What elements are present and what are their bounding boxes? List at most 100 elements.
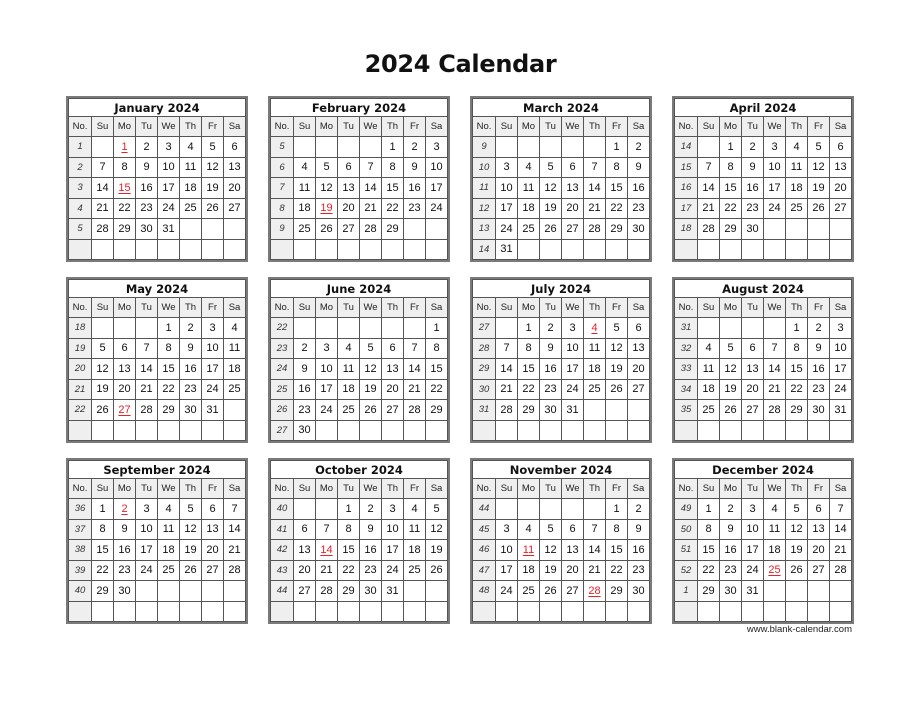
week-row: 25 16 17 18 19 20 21 22 [270, 378, 448, 400]
day-cell: 22 [697, 559, 720, 581]
day-header: Sa [425, 478, 448, 499]
week-row: 38 15 16 17 18 19 20 21 [68, 539, 246, 561]
day-header: Tu [539, 478, 562, 499]
day-cell: 9 [627, 518, 650, 540]
day-cell: 25 [223, 378, 246, 400]
day-header: Sa [223, 116, 246, 137]
day-header: Fr [605, 478, 628, 499]
day-cell: 24 [425, 197, 448, 219]
week-row: 36 1 2 3 4 5 6 7 [68, 498, 246, 520]
week-row: 3 14 15 16 17 18 19 20 [68, 177, 246, 199]
day-header-row: No. Su Mo Tu We Th Fr Sa [472, 297, 650, 318]
day-cell: 9 [293, 358, 316, 380]
week-number: 31 [674, 317, 698, 339]
day-header: Mo [719, 297, 742, 318]
day-cell: 5 [539, 156, 562, 178]
holiday-day-cell: 14 [315, 539, 338, 561]
day-cell: 24 [135, 559, 158, 581]
empty-day-cell [359, 419, 382, 441]
day-cell: 12 [179, 518, 202, 540]
week-number-header: No. [270, 478, 294, 499]
day-cell: 1 [91, 498, 114, 520]
week-number: 45 [472, 518, 496, 540]
day-cell: 15 [381, 177, 404, 199]
day-cell: 9 [807, 337, 830, 359]
day-cell: 10 [157, 156, 180, 178]
day-cell: 12 [539, 177, 562, 199]
day-cell: 19 [359, 378, 382, 400]
day-cell: 18 [403, 539, 426, 561]
empty-day-cell [179, 218, 202, 240]
month-title: September 2024 [68, 460, 246, 479]
day-cell: 9 [359, 518, 382, 540]
day-cell: 13 [829, 156, 852, 178]
empty-day-cell [561, 600, 584, 622]
empty-day-cell [223, 218, 246, 240]
week-number-header: No. [674, 116, 698, 137]
day-cell: 5 [425, 498, 448, 520]
day-cell: 5 [719, 337, 742, 359]
week-row: 19 5 6 7 8 9 10 11 [68, 337, 246, 359]
day-header-row: No. Su Mo Tu We Th Fr Sa [674, 297, 852, 318]
empty-day-cell [403, 580, 426, 602]
day-header: Tu [741, 297, 764, 318]
day-cell: 13 [201, 518, 224, 540]
empty-day-cell [293, 600, 316, 622]
day-cell: 12 [807, 156, 830, 178]
empty-day-cell [293, 317, 316, 339]
week-number-header: No. [674, 297, 698, 318]
empty-day-cell [561, 238, 584, 260]
empty-day-cell [495, 317, 518, 339]
week-row: 45 3 4 5 6 7 8 9 [472, 518, 650, 540]
week-number-header: No. [270, 116, 294, 137]
day-cell: 7 [223, 498, 246, 520]
day-header: We [561, 297, 584, 318]
empty-day-cell [201, 419, 224, 441]
week-number-header: No. [68, 297, 92, 318]
day-cell: 20 [627, 358, 650, 380]
week-number: 41 [270, 518, 294, 540]
day-cell: 12 [315, 177, 338, 199]
day-cell: 11 [785, 156, 808, 178]
empty-day-cell [495, 600, 518, 622]
week-row [472, 600, 650, 622]
day-header: Mo [517, 116, 540, 137]
day-cell: 19 [807, 177, 830, 199]
day-cell: 31 [561, 399, 584, 421]
week-number: 36 [68, 498, 92, 520]
day-cell: 24 [763, 197, 786, 219]
day-cell: 26 [785, 559, 808, 581]
day-cell: 25 [337, 399, 360, 421]
day-cell: 3 [381, 498, 404, 520]
empty-day-cell [113, 600, 136, 622]
day-cell: 19 [785, 539, 808, 561]
day-cell: 18 [179, 177, 202, 199]
week-row: 27 1 2 3 4 5 6 [472, 317, 650, 339]
day-cell: 20 [223, 177, 246, 199]
month-table: April 2024 No. Su Mo Tu We Th Fr Sa 14 1 2 3 4 5 6 15 7 8 9… [674, 98, 852, 260]
day-cell: 8 [337, 518, 360, 540]
empty-day-cell [337, 317, 360, 339]
day-header: Sa [829, 116, 852, 137]
empty-day-cell [495, 136, 518, 158]
day-header: Sa [425, 116, 448, 137]
empty-day-cell [627, 399, 650, 421]
day-header: Sa [223, 478, 246, 499]
day-cell: 26 [315, 218, 338, 240]
day-cell: 18 [697, 378, 720, 400]
empty-day-cell [315, 317, 338, 339]
day-cell: 18 [517, 197, 540, 219]
week-number: 18 [68, 317, 92, 339]
day-cell: 5 [807, 136, 830, 158]
week-number: 22 [270, 317, 294, 339]
day-cell: 29 [337, 580, 360, 602]
day-header: Th [381, 478, 404, 499]
day-cell: 2 [179, 317, 202, 339]
week-number: 27 [472, 317, 496, 339]
empty-day-cell [91, 600, 114, 622]
empty-day-cell [179, 580, 202, 602]
day-cell: 7 [403, 337, 426, 359]
empty-day-cell [627, 600, 650, 622]
day-header: We [763, 297, 786, 318]
day-cell: 2 [719, 498, 742, 520]
